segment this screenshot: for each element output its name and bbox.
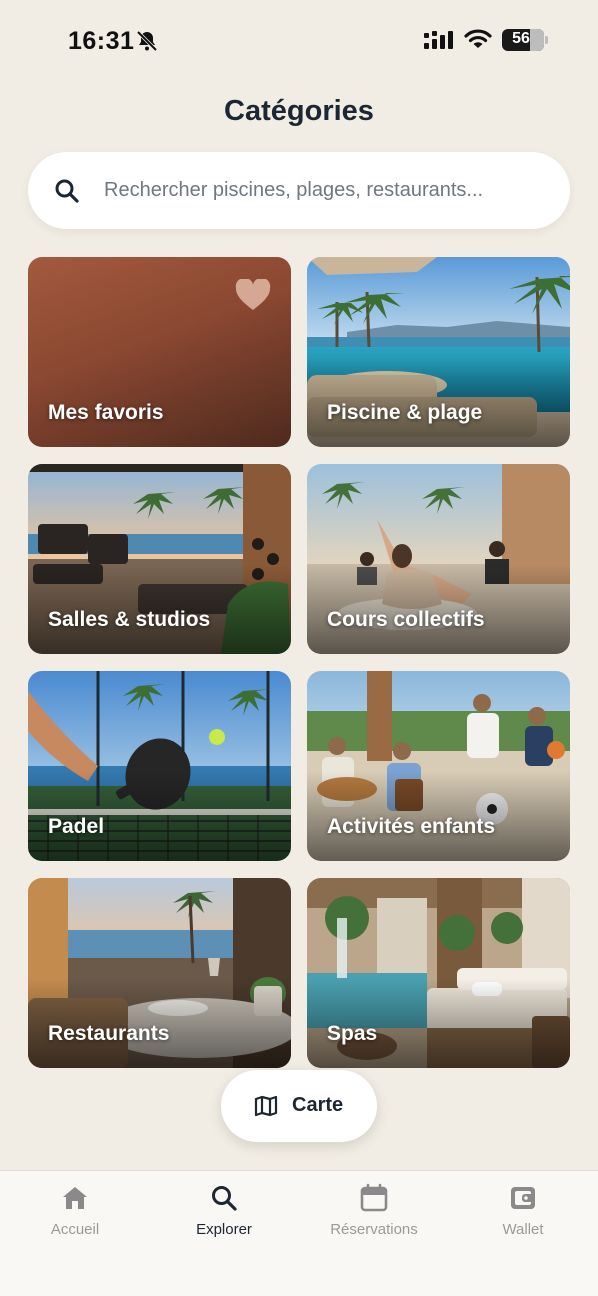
- search-icon: [55, 179, 79, 203]
- wallet-icon: [511, 1187, 535, 1209]
- category-tile-pool-beach[interactable]: Piscine & plage: [307, 257, 570, 447]
- category-label: Salles & studios: [48, 608, 211, 631]
- page-title: Catégories: [224, 95, 374, 127]
- nav-item-reservations[interactable]: Réservations: [314, 1183, 434, 1238]
- nav-label: Wallet: [502, 1221, 544, 1238]
- nav-label: Réservations: [330, 1221, 418, 1238]
- nav-item-wallet[interactable]: Wallet: [463, 1183, 583, 1238]
- battery-tip: [545, 36, 548, 44]
- map-button[interactable]: Carte: [221, 1070, 377, 1142]
- category-label: Activités enfants: [327, 815, 496, 838]
- bottom-nav: Accueil Explorer Réservations Wallet: [0, 1170, 598, 1296]
- category-label: Spas: [327, 1022, 378, 1045]
- battery-level: 56: [512, 30, 530, 47]
- nav-label: Explorer: [196, 1221, 252, 1238]
- map-icon: [254, 1095, 278, 1117]
- status-bar: 16:31 56: [0, 0, 598, 80]
- nav-label: Accueil: [50, 1221, 100, 1238]
- category-label: Cours collectifs: [327, 608, 485, 631]
- battery-icon: 56: [502, 29, 544, 51]
- status-time: 16:31: [68, 27, 135, 55]
- search-bar[interactable]: [28, 152, 570, 229]
- category-tile-restaurants[interactable]: Restaurants: [28, 878, 291, 1068]
- category-label: Mes favoris: [48, 401, 164, 424]
- nav-item-explore[interactable]: Explorer: [164, 1183, 284, 1238]
- heart-icon: [235, 279, 271, 310]
- search-icon: [212, 1186, 237, 1211]
- map-button-label: Carte: [292, 1094, 344, 1116]
- calendar-icon: [360, 1183, 388, 1212]
- category-tile-gyms-studios[interactable]: Salles & studios: [28, 464, 291, 654]
- category-tile-group-classes[interactable]: Cours collectifs: [307, 464, 570, 654]
- category-label: Restaurants: [48, 1022, 170, 1045]
- category-tile-kids-activities[interactable]: Activités enfants: [307, 671, 570, 861]
- category-tile-favorites[interactable]: Mes favoris: [28, 257, 291, 447]
- bell-muted-icon: [136, 30, 158, 52]
- category-tile-padel[interactable]: Padel: [28, 671, 291, 861]
- search-input[interactable]: [104, 170, 544, 210]
- wifi-icon: [464, 29, 492, 48]
- nav-item-home[interactable]: Accueil: [15, 1183, 135, 1238]
- category-label: Padel: [48, 815, 105, 838]
- home-icon: [63, 1187, 87, 1209]
- category-label: Piscine & plage: [327, 401, 483, 424]
- category-tile-spas[interactable]: Spas: [307, 878, 570, 1068]
- cellular-signal-icon: [424, 31, 453, 49]
